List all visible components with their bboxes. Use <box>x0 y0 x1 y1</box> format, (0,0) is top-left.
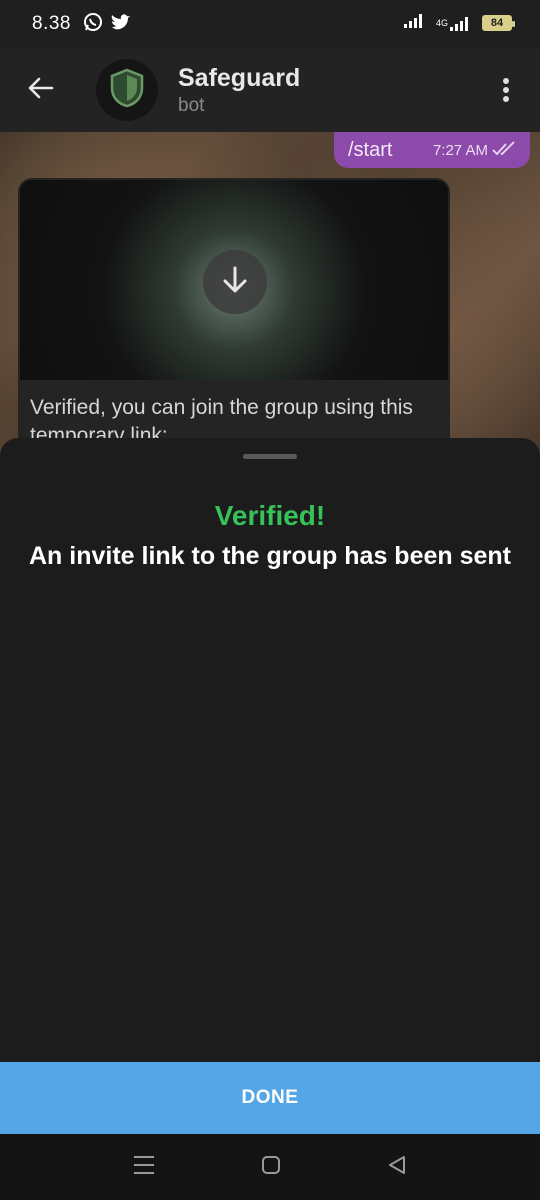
signal-icon <box>403 12 426 33</box>
done-button[interactable]: DONE <box>0 1062 540 1134</box>
chat-title: Safeguard <box>178 63 301 92</box>
shield-icon <box>109 68 145 113</box>
network-label: 4G <box>435 17 448 28</box>
navigation-bar <box>0 1134 540 1200</box>
verified-title: Verified! <box>214 500 326 531</box>
outgoing-message-time: 7:27 AM <box>432 142 488 159</box>
arrow-left-icon <box>26 76 54 105</box>
download-button[interactable] <box>203 250 267 314</box>
twitter-icon <box>111 13 131 36</box>
home-button[interactable] <box>261 1155 281 1180</box>
arrow-down-icon <box>221 265 249 300</box>
bottom-sheet: Verified! An invite link to the group ha… <box>0 438 540 1062</box>
more-options-button[interactable] <box>496 74 516 106</box>
status-bar: 8.38 4G 84 <box>0 0 540 48</box>
avatar[interactable] <box>96 59 158 121</box>
status-left-icons <box>83 12 131 37</box>
recent-apps-button[interactable] <box>133 1155 155 1180</box>
battery-icon: 84 <box>482 14 515 31</box>
chat-header: Safeguard bot <box>0 48 540 132</box>
outgoing-message[interactable]: /start 7:27 AM <box>334 132 530 168</box>
double-check-icon <box>492 141 518 162</box>
dot-icon <box>503 96 509 102</box>
nav-back-button[interactable] <box>387 1155 407 1180</box>
back-button[interactable] <box>0 48 80 132</box>
outgoing-message-text: /start <box>348 138 393 161</box>
chat-subtitle: bot <box>178 94 205 116</box>
status-right: 4G 84 <box>403 12 515 33</box>
media-preview[interactable] <box>20 180 448 380</box>
verified-message: An invite link to the group has been sen… <box>29 542 511 570</box>
status-time: 8.38 <box>32 13 71 34</box>
sheet-drag-handle[interactable] <box>243 454 297 459</box>
dot-icon <box>503 87 509 93</box>
header-text[interactable]: Safeguard bot <box>178 64 300 117</box>
chat-area: /start 7:27 AM Verified, you can join th… <box>0 132 540 462</box>
whatsapp-icon <box>83 12 103 37</box>
dot-icon <box>503 78 509 84</box>
signal-4g-icon: 4G <box>436 15 472 31</box>
incoming-message[interactable]: Verified, you can join the group using t… <box>18 178 450 462</box>
